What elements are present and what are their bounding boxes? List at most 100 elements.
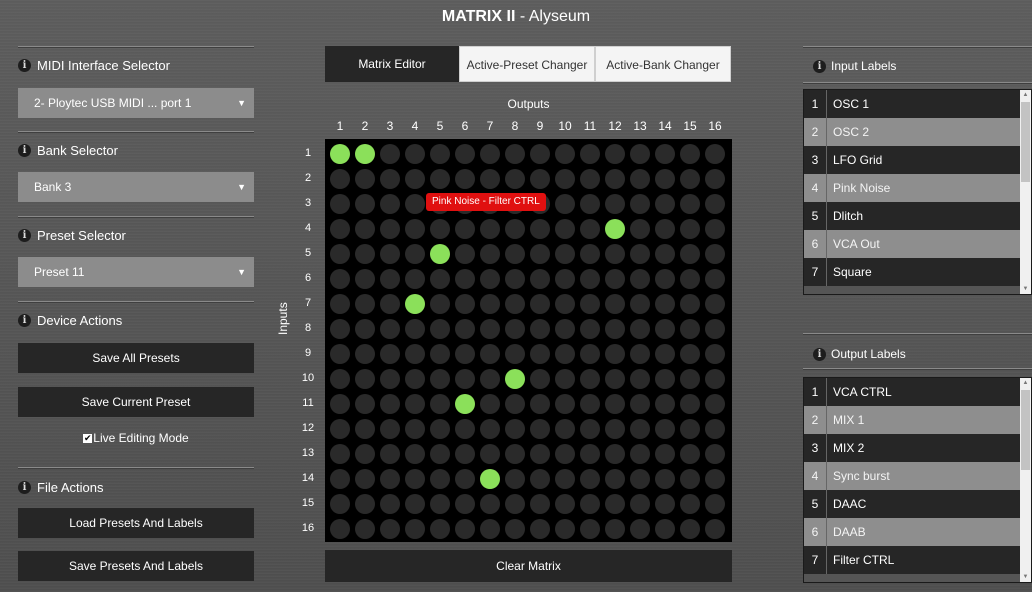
matrix-cell[interactable] — [480, 169, 500, 189]
matrix-cell[interactable] — [330, 194, 350, 214]
matrix-cell[interactable] — [405, 494, 425, 514]
matrix-cell[interactable] — [480, 394, 500, 414]
scrollbar-thumb[interactable] — [1021, 390, 1030, 470]
matrix-cell[interactable] — [530, 369, 550, 389]
matrix-cell[interactable] — [355, 269, 375, 289]
matrix-cell[interactable] — [330, 169, 350, 189]
live-editing-checkbox[interactable]: ✔ Live Editing Mode — [18, 431, 254, 445]
matrix-cell[interactable] — [530, 144, 550, 164]
matrix-cell[interactable] — [355, 519, 375, 539]
matrix-cell[interactable] — [480, 244, 500, 264]
input-labels-row[interactable]: 7 Square — [804, 258, 1031, 286]
matrix-cell[interactable] — [705, 494, 725, 514]
matrix-cell[interactable] — [605, 319, 625, 339]
matrix-cell[interactable] — [580, 369, 600, 389]
matrix-cell[interactable] — [605, 344, 625, 364]
matrix-cell[interactable] — [330, 469, 350, 489]
matrix-cell[interactable] — [405, 244, 425, 264]
matrix-cell[interactable] — [505, 144, 525, 164]
label-field[interactable]: MIX 1 — [826, 406, 1031, 434]
matrix-cell[interactable] — [580, 344, 600, 364]
matrix-cell[interactable] — [680, 244, 700, 264]
matrix-cell[interactable] — [655, 394, 675, 414]
matrix-cell[interactable] — [380, 269, 400, 289]
matrix-cell[interactable] — [455, 244, 475, 264]
matrix-cell-active[interactable] — [605, 219, 625, 239]
input-labels-row[interactable]: 5 Dlitch — [804, 202, 1031, 230]
label-field[interactable]: DAAC — [826, 490, 1031, 518]
matrix-cell[interactable] — [605, 194, 625, 214]
output-labels-row[interactable]: 1 VCA CTRL — [804, 378, 1031, 406]
matrix-cell[interactable] — [505, 394, 525, 414]
matrix-cell[interactable] — [430, 369, 450, 389]
matrix-cell[interactable] — [505, 419, 525, 439]
matrix-cell-active[interactable] — [405, 294, 425, 314]
matrix-cell[interactable] — [405, 344, 425, 364]
matrix-cell[interactable] — [555, 444, 575, 464]
matrix-cell[interactable] — [655, 344, 675, 364]
matrix-cell[interactable] — [405, 194, 425, 214]
matrix-cell[interactable] — [455, 294, 475, 314]
matrix-cell[interactable] — [480, 519, 500, 539]
label-field[interactable]: DAAB — [826, 518, 1031, 546]
matrix-cell[interactable] — [330, 319, 350, 339]
matrix-cell[interactable] — [505, 169, 525, 189]
matrix-cell[interactable] — [630, 444, 650, 464]
matrix-cell[interactable] — [330, 294, 350, 314]
matrix-cell[interactable] — [380, 319, 400, 339]
matrix-cell[interactable] — [630, 294, 650, 314]
matrix-cell[interactable] — [455, 519, 475, 539]
info-icon[interactable]: i — [18, 229, 31, 242]
matrix-cell[interactable] — [680, 419, 700, 439]
matrix-cell[interactable] — [405, 144, 425, 164]
matrix-cell[interactable] — [705, 269, 725, 289]
matrix-cell[interactable] — [530, 269, 550, 289]
matrix-cell[interactable] — [580, 269, 600, 289]
matrix-cell[interactable] — [555, 369, 575, 389]
matrix-cell[interactable] — [655, 444, 675, 464]
matrix-cell[interactable] — [580, 169, 600, 189]
matrix-cell[interactable] — [705, 444, 725, 464]
matrix-cell[interactable] — [705, 394, 725, 414]
matrix-cell[interactable] — [480, 144, 500, 164]
matrix-cell[interactable] — [380, 344, 400, 364]
matrix-cell[interactable] — [555, 319, 575, 339]
matrix-cell[interactable] — [355, 344, 375, 364]
matrix-cell[interactable] — [705, 294, 725, 314]
matrix-cell[interactable] — [605, 519, 625, 539]
matrix-cell[interactable] — [330, 444, 350, 464]
matrix-cell[interactable] — [380, 294, 400, 314]
matrix-cell[interactable] — [455, 344, 475, 364]
info-icon[interactable]: i — [813, 347, 826, 361]
matrix-cell[interactable] — [430, 344, 450, 364]
scroll-up-icon[interactable]: ▲ — [1020, 380, 1031, 386]
matrix-cell-active[interactable] — [430, 244, 450, 264]
matrix-cell[interactable] — [555, 494, 575, 514]
matrix-cell[interactable] — [555, 269, 575, 289]
matrix-cell[interactable] — [555, 394, 575, 414]
matrix-cell[interactable] — [330, 369, 350, 389]
matrix-cell[interactable] — [705, 344, 725, 364]
label-field[interactable]: Pink Noise — [826, 174, 1031, 202]
matrix-cell[interactable] — [480, 419, 500, 439]
matrix-cell[interactable] — [605, 444, 625, 464]
matrix-cell[interactable] — [655, 519, 675, 539]
matrix-cell[interactable] — [355, 294, 375, 314]
label-field[interactable]: OSC 2 — [826, 118, 1031, 146]
matrix-cell[interactable] — [655, 219, 675, 239]
matrix-cell[interactable] — [705, 244, 725, 264]
matrix-cell[interactable] — [705, 519, 725, 539]
matrix-cell[interactable] — [480, 294, 500, 314]
info-icon[interactable]: i — [18, 314, 31, 327]
matrix-cell[interactable] — [430, 444, 450, 464]
matrix-cell[interactable] — [555, 194, 575, 214]
matrix-cell[interactable] — [630, 194, 650, 214]
scroll-up-icon[interactable]: ▲ — [1020, 92, 1031, 98]
matrix-cell[interactable] — [680, 469, 700, 489]
matrix-cell[interactable] — [455, 269, 475, 289]
scrollbar-thumb[interactable] — [1021, 102, 1030, 182]
label-field[interactable]: VCA Out — [826, 230, 1031, 258]
matrix-cell[interactable] — [655, 469, 675, 489]
matrix-cell[interactable] — [530, 344, 550, 364]
matrix-cell[interactable] — [430, 419, 450, 439]
